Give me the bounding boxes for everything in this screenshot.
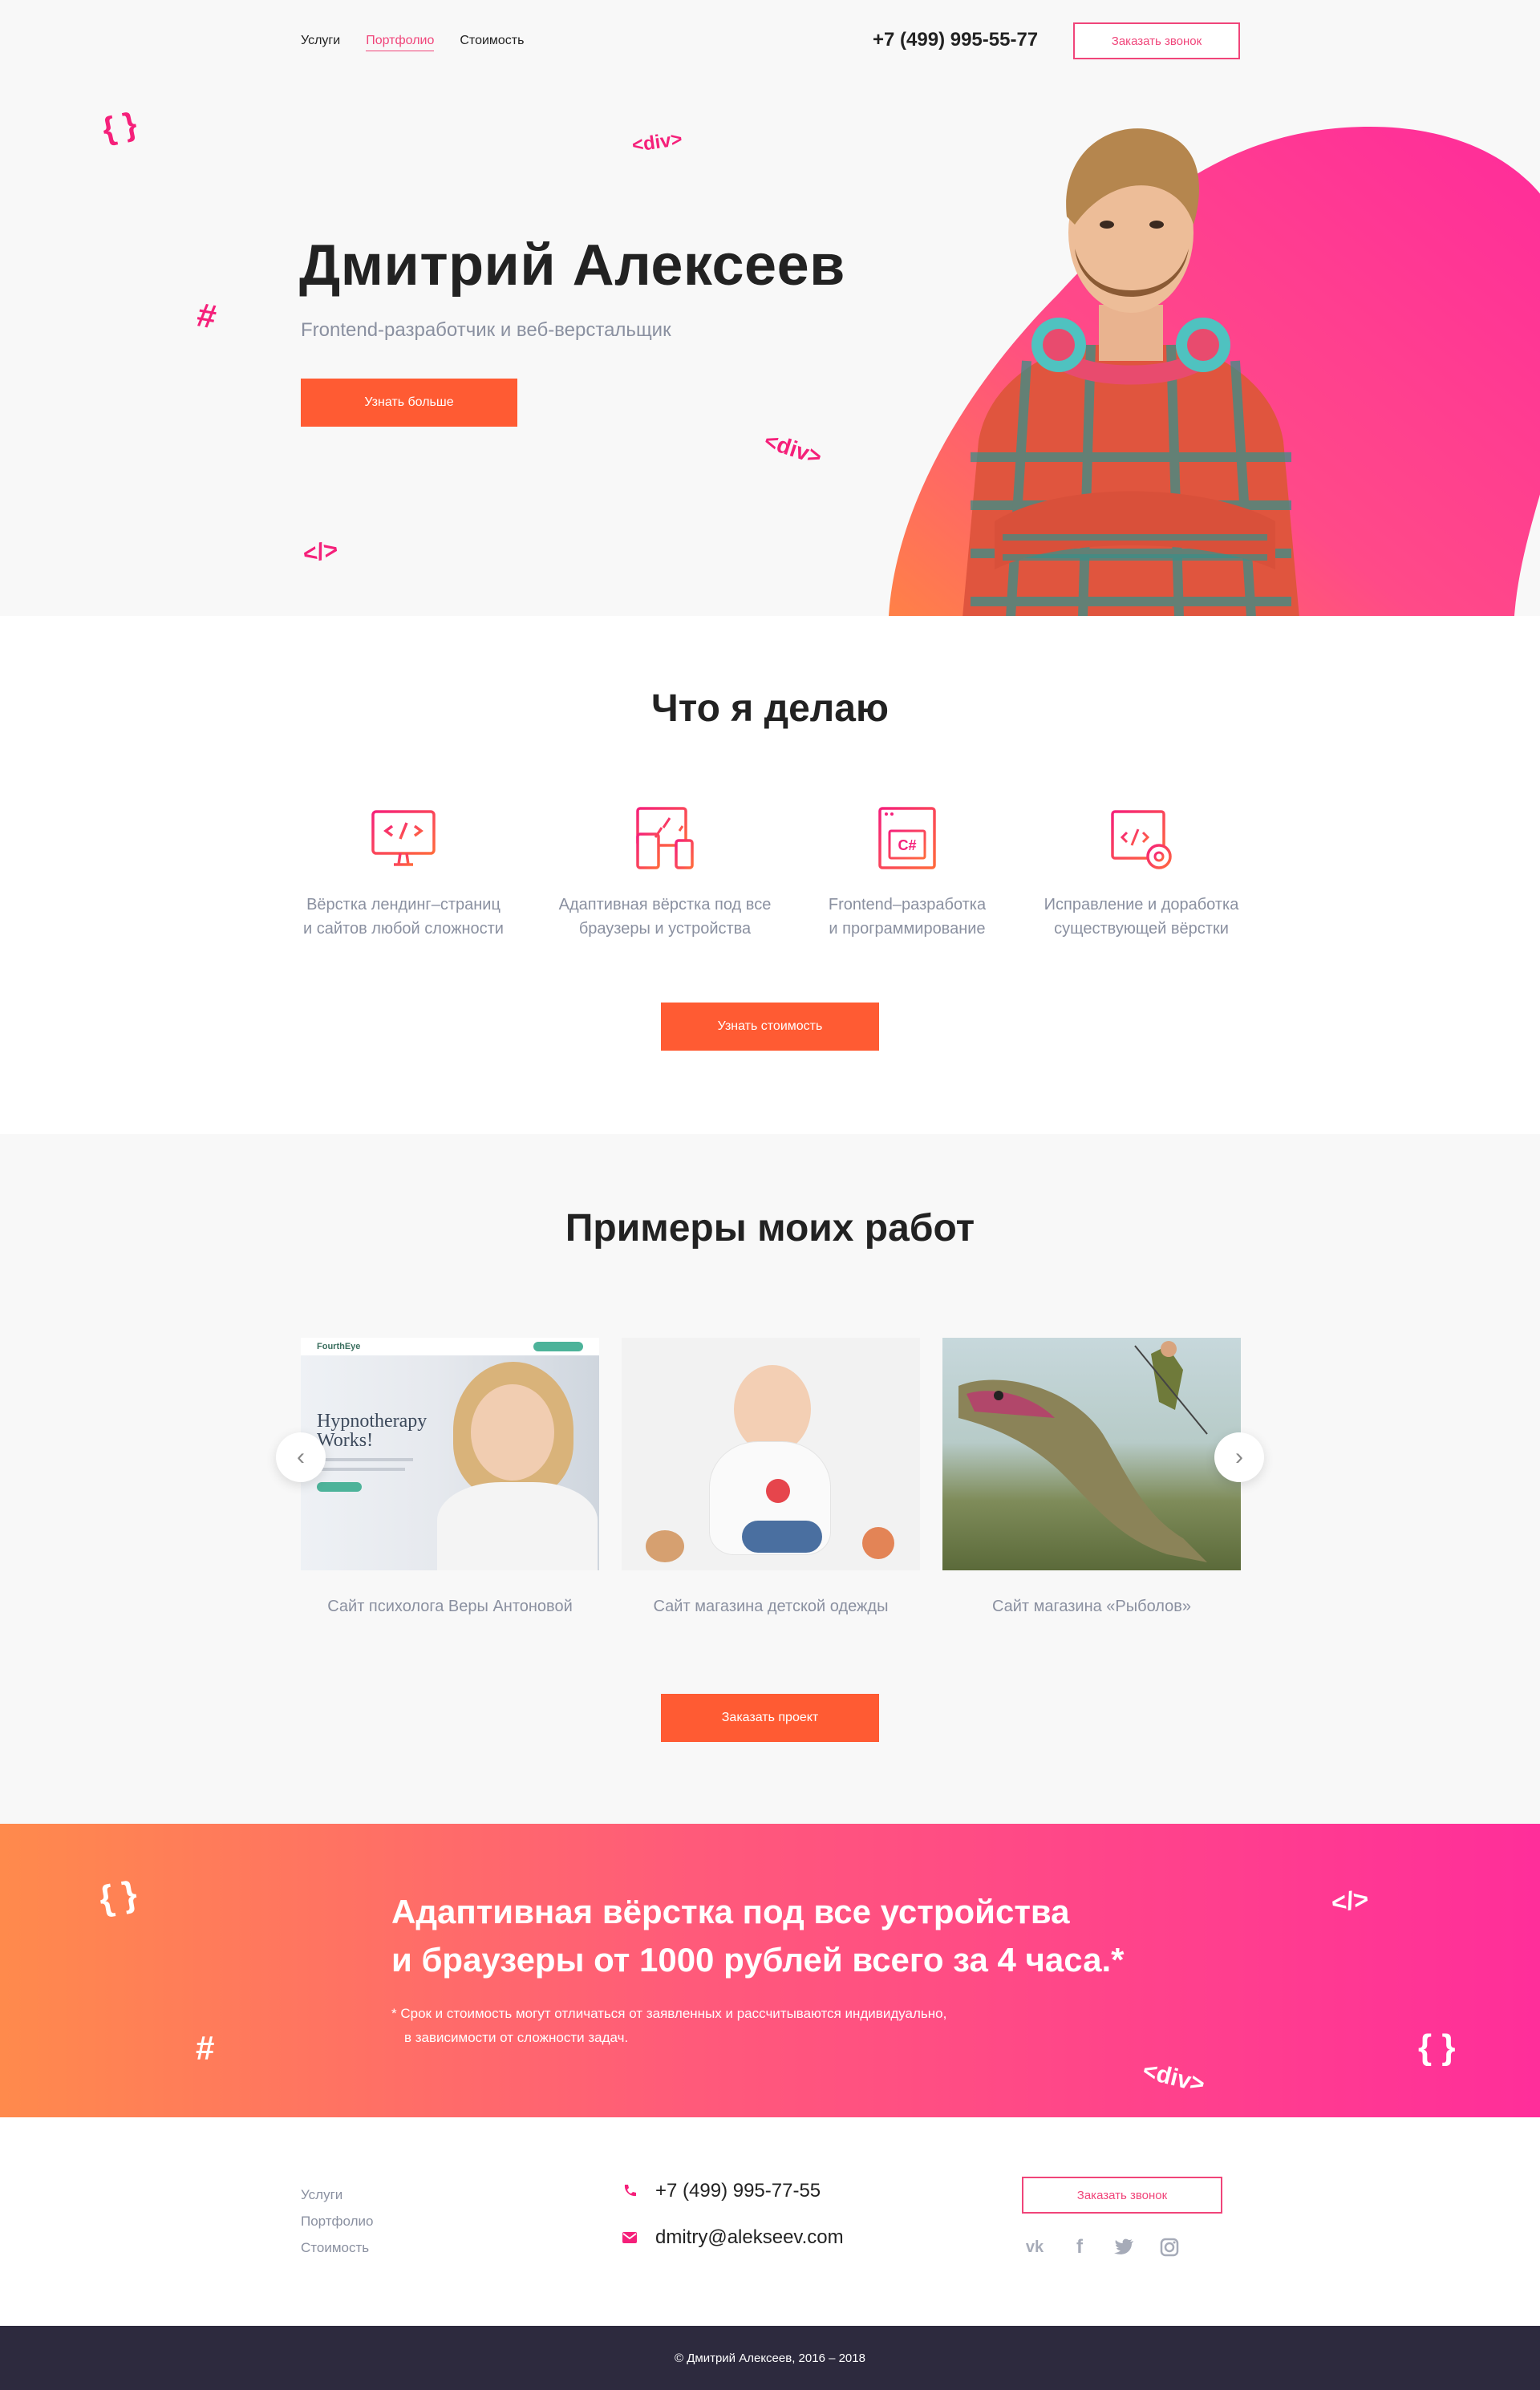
get-price-button[interactable]: Узнать стоимость — [661, 1003, 879, 1051]
footer-email: dmitry@alekseev.com — [655, 2226, 844, 2248]
developer-portrait — [962, 128, 1299, 616]
promo-title-line2: и браузеры от 1000 рублей всего за 4 час… — [391, 1941, 1125, 1979]
footer-link-services[interactable]: Услуги — [301, 2181, 373, 2208]
psychologist-site-thumbnail: FourthEye Hypnotherapy Works! — [301, 1338, 599, 1570]
promo-banner: Адаптивная вёрстка под все устройства и … — [0, 1824, 1540, 2117]
div-tag-deco-icon: <div> — [630, 128, 684, 157]
nav-link-pricing[interactable]: Стоимость — [460, 34, 524, 51]
div-tag-deco-icon: <div> — [1140, 2057, 1208, 2099]
hash-deco-icon: # — [194, 295, 220, 336]
service-text-line1: Исправление и доработка — [1044, 896, 1239, 913]
portfolio-card[interactable]: Сайт магазина «Рыболов» — [942, 1338, 1241, 1616]
service-text-line2: и сайтов любой сложности — [303, 920, 504, 938]
carousel-next-arrow-icon[interactable]: › — [1214, 1432, 1264, 1482]
portfolio-title: Примеры моих работ — [565, 1207, 975, 1250]
nav-link-services[interactable]: Услуги — [301, 34, 340, 51]
footer-link-portfolio[interactable]: Портфолио — [301, 2208, 373, 2234]
portfolio-caption: Сайт магазина «Рыболов» — [991, 1598, 1192, 1615]
responsive-devices-icon — [636, 807, 694, 869]
order-project-button[interactable]: Заказать проект — [661, 1694, 879, 1742]
monitor-code-icon — [371, 810, 436, 866]
service-text-line1: Frontend–разработка — [828, 896, 987, 913]
services-title: Что я делаю — [651, 687, 889, 730]
thumbnail-logo: FourthEye — [317, 1342, 361, 1351]
top-nav: Услуги Портфолио Стоимость — [301, 34, 524, 51]
carousel-prev-arrow-icon[interactable]: ‹ — [276, 1432, 326, 1482]
footer-order-call-button[interactable]: Заказать звонок — [1022, 2177, 1222, 2214]
footer-phone-row[interactable]: +7 (499) 995-77-55 — [622, 2180, 821, 2202]
csharp-window-icon: C# — [878, 807, 936, 869]
portfolio-section: Примеры моих работ FourthEye Hypnotherap… — [0, 1134, 1540, 1824]
twitter-icon[interactable] — [1113, 2236, 1136, 2258]
braces-deco-icon: { } — [96, 1874, 140, 1919]
thumbnail-headline: Hypnotherapy Works! — [317, 1411, 428, 1451]
service-text-line2: и программирование — [829, 920, 986, 938]
braces-deco-icon: { } — [99, 106, 140, 148]
div-tag-deco-icon-2: <div> — [761, 427, 825, 470]
promo-note-line2: в зависимости от сложности задач. — [404, 2030, 629, 2045]
promo-title: Адаптивная вёрстка под все устройства и … — [391, 1888, 1125, 1984]
service-text-line2: существующей вёрстки — [1054, 920, 1229, 938]
copyright-bar: © Дмитрий Алексеев, 2016 – 2018 — [0, 2326, 1540, 2390]
promo-title-line1: Адаптивная вёрстка под все устройства — [391, 1893, 1070, 1930]
phone-icon — [624, 2185, 636, 2197]
vk-icon[interactable]: vk — [1023, 2236, 1046, 2258]
nav-link-portfolio[interactable]: Портфолио — [366, 34, 435, 51]
fishing-store-thumbnail — [942, 1338, 1241, 1570]
footer-link-pricing[interactable]: Стоимость — [301, 2234, 373, 2261]
footer-nav: Услуги Портфолио Стоимость — [301, 2181, 373, 2261]
portfolio-card[interactable]: FourthEye Hypnotherapy Works! Сайт психо… — [301, 1338, 599, 1616]
braces-deco-icon-2: { } — [1418, 2027, 1456, 2067]
service-text-line1: Вёрстка лендинг–страниц — [306, 896, 500, 913]
service-text-line1: Адаптивная вёрстка под все — [558, 896, 772, 913]
footer-phone: +7 (499) 995-77-55 — [655, 2180, 821, 2202]
kids-store-thumbnail — [622, 1338, 920, 1570]
hash-deco-icon: # — [196, 2029, 215, 2067]
svg-text:C#: C# — [898, 837, 916, 853]
learn-more-button[interactable]: Узнать больше — [301, 379, 517, 427]
footer: Услуги Портфолио Стоимость +7 (499) 995-… — [0, 2117, 1540, 2326]
portfolio-caption: Сайт магазина детской одежды — [653, 1598, 889, 1615]
code-gear-icon — [1111, 810, 1172, 869]
portfolio-caption: Сайт психолога Веры Антоновой — [327, 1598, 573, 1615]
services-section: Что я делаю Вёрстка лендинг–страниц и са… — [0, 616, 1540, 1134]
hero-subtitle: Frontend-разработчик и веб-верстальщик — [301, 319, 671, 341]
code-slash-deco-icon: </> — [1329, 1883, 1371, 1918]
service-text-line2: браузеры и устройства — [578, 920, 752, 938]
mail-icon — [622, 2232, 637, 2243]
order-call-button[interactable]: Заказать звонок — [1073, 22, 1240, 59]
social-links: vk f — [1023, 2236, 1181, 2258]
hero-title: Дмитрий Алексеев — [299, 233, 845, 298]
instagram-icon[interactable] — [1158, 2236, 1181, 2258]
service-item: Адаптивная вёрстка под все браузеры и ус… — [553, 805, 777, 941]
service-item: Исправление и доработка существующей вёр… — [1029, 805, 1254, 941]
service-item: Вёрстка лендинг–страниц и сайтов любой с… — [291, 805, 516, 941]
pike-fish-illustration — [958, 1341, 1208, 1562]
copyright-text: © Дмитрий Алексеев, 2016 – 2018 — [675, 2351, 865, 2365]
code-slash-deco-icon: </> — [301, 536, 340, 569]
hero-section: Услуги Портфолио Стоимость +7 (499) 995-… — [0, 0, 1540, 616]
promo-note: * Срок и стоимость могут отличаться от з… — [391, 2002, 946, 2050]
header-phone[interactable]: +7 (499) 995-55-77 — [873, 29, 1038, 51]
portfolio-card[interactable]: Сайт магазина детской одежды — [622, 1338, 920, 1616]
promo-note-line1: * Срок и стоимость могут отличаться от з… — [391, 2006, 947, 2021]
service-item: C# Frontend–разработка и программировани… — [795, 805, 1019, 941]
footer-email-row[interactable]: dmitry@alekseev.com — [622, 2226, 844, 2249]
facebook-icon[interactable]: f — [1068, 2236, 1091, 2258]
